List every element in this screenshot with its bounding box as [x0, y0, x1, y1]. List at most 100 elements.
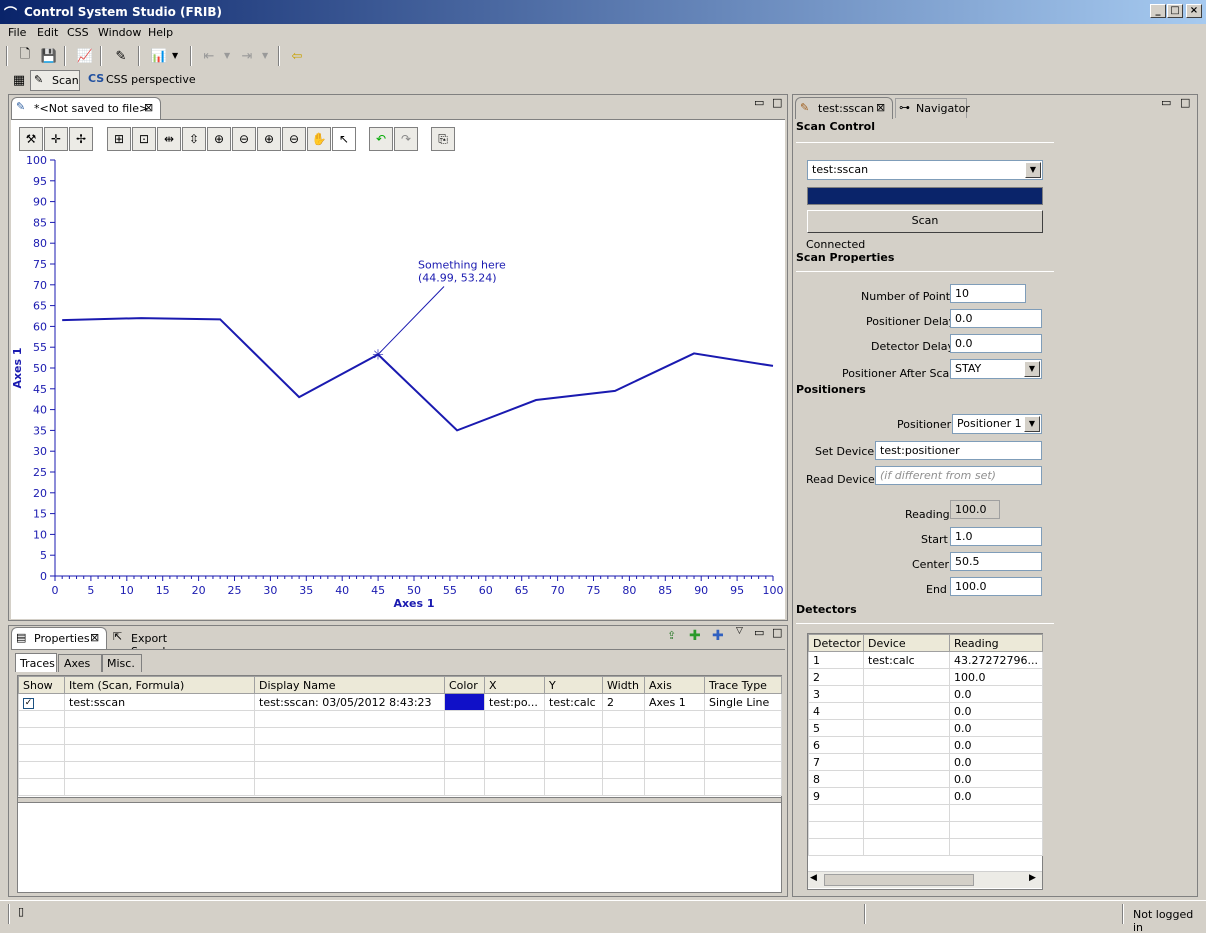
- scan-icon[interactable]: ✎: [110, 45, 132, 67]
- close-button[interactable]: ×: [1186, 4, 1202, 18]
- chart-dropdown-icon[interactable]: 📊: [148, 45, 170, 67]
- trace-width[interactable]: 2: [602, 693, 645, 711]
- maximize-view-icon[interactable]: □: [1180, 96, 1190, 109]
- chevron-down-icon[interactable]: ▼: [1025, 162, 1041, 178]
- positioner-delay-field[interactable]: 0.0: [950, 309, 1042, 328]
- scan-select[interactable]: test:sscan ▼: [807, 160, 1043, 180]
- table-row[interactable]: 3 0.0: [808, 685, 1043, 703]
- trace-item[interactable]: test:sscan: [64, 693, 255, 711]
- menu-file[interactable]: File: [8, 26, 26, 39]
- table-row[interactable]: ✓ test:sscan test:sscan: 03/05/2012 8:43…: [18, 693, 782, 711]
- config-icon[interactable]: ⚒: [19, 127, 43, 151]
- pointer-icon[interactable]: ↖: [332, 127, 356, 151]
- open-perspective-icon[interactable]: ▦: [8, 69, 30, 91]
- positioner-after-scan-select[interactable]: STAY ▼: [950, 359, 1042, 379]
- fast-view-icon[interactable]: ▯: [18, 905, 24, 918]
- add-icon[interactable]: ✚: [689, 628, 701, 644]
- maximize-view-icon[interactable]: □: [772, 96, 782, 109]
- add-trace-icon[interactable]: ⇪: [667, 629, 676, 642]
- minimize-view-icon[interactable]: ▭: [754, 96, 764, 109]
- forward-nav-icon[interactable]: ⇥: [236, 45, 258, 67]
- detector-delay-field[interactable]: 0.0: [950, 334, 1042, 353]
- close-tab-icon[interactable]: ⊠: [876, 101, 885, 114]
- table-row[interactable]: 5 0.0: [808, 719, 1043, 737]
- col-x[interactable]: X: [484, 676, 545, 694]
- tab-test-sscan[interactable]: ✎ test:sscan ⊠: [795, 97, 893, 119]
- zoom-out-icon[interactable]: ⊖: [232, 127, 256, 151]
- save-icon[interactable]: 💾: [38, 45, 60, 67]
- col-y[interactable]: Y: [544, 676, 603, 694]
- minimize-view-icon[interactable]: ▭: [754, 626, 764, 639]
- table-row[interactable]: 2 100.0: [808, 668, 1043, 686]
- menu-window[interactable]: Window: [98, 26, 141, 39]
- col-device[interactable]: Device: [863, 634, 950, 652]
- col-trace-type[interactable]: Trace Type: [704, 676, 782, 694]
- menu-help[interactable]: Help: [148, 26, 173, 39]
- trace-y[interactable]: test:calc: [544, 693, 603, 711]
- tab-export-samples[interactable]: ⇱ Export Samples: [111, 628, 215, 658]
- show-checkbox[interactable]: ✓: [18, 693, 65, 711]
- col-detector[interactable]: Detector: [808, 634, 864, 652]
- table-row[interactable]: 7 0.0: [808, 753, 1043, 771]
- col-reading[interactable]: Reading: [949, 634, 1043, 652]
- redo-icon[interactable]: ↷: [394, 127, 418, 151]
- table-row[interactable]: 1 test:calc 43.27272796...: [808, 651, 1043, 669]
- pan-hand-icon[interactable]: ✋: [307, 127, 331, 151]
- scan-button[interactable]: Scan: [807, 210, 1043, 233]
- trace-display-name[interactable]: test:sscan: 03/05/2012 8:43:23: [254, 693, 445, 711]
- minimize-view-icon[interactable]: ▭: [1161, 96, 1171, 109]
- center-field[interactable]: 50.5: [950, 552, 1042, 571]
- trace-x[interactable]: test:po...: [484, 693, 545, 711]
- maximize-view-icon[interactable]: □: [772, 626, 782, 639]
- new-icon[interactable]: 🗋: [14, 45, 36, 67]
- read-device-field[interactable]: (if different from set): [875, 466, 1042, 485]
- chevron-down-icon[interactable]: ▼: [172, 51, 178, 60]
- num-points-field[interactable]: 10: [950, 284, 1026, 303]
- perspective-css[interactable]: CSS perspective: [106, 73, 196, 86]
- menu-css[interactable]: CSS: [67, 26, 89, 39]
- trace-type[interactable]: Single Line: [704, 693, 782, 711]
- back-nav-icon[interactable]: ⇤: [198, 45, 220, 67]
- start-field[interactable]: 1.0: [950, 527, 1042, 546]
- snapshot-icon[interactable]: ⎘: [431, 127, 455, 151]
- col-axis[interactable]: Axis: [644, 676, 705, 694]
- table-row[interactable]: 9 0.0: [808, 787, 1043, 805]
- horizontal-scrollbar[interactable]: ◀ ▶: [808, 871, 1042, 888]
- plot-icon[interactable]: 📈: [74, 45, 96, 67]
- end-field[interactable]: 100.0: [950, 577, 1042, 596]
- minimize-button[interactable]: _: [1150, 4, 1166, 18]
- subtab-misc[interactable]: Misc.: [102, 654, 142, 672]
- trace-axis[interactable]: Axes 1: [644, 693, 705, 711]
- add-annotation-icon[interactable]: ✛: [44, 127, 68, 151]
- last-edit-icon[interactable]: ⇦: [286, 45, 308, 67]
- perspective-scan[interactable]: ✎ Scan: [30, 70, 80, 91]
- splitter[interactable]: [18, 797, 781, 803]
- table-row[interactable]: 8 0.0: [808, 770, 1043, 788]
- subtab-traces[interactable]: Traces: [15, 653, 57, 672]
- col-width[interactable]: Width: [602, 676, 645, 694]
- chevron-down-icon[interactable]: ▼: [1024, 361, 1040, 377]
- scroll-left-icon[interactable]: ◀: [810, 873, 817, 883]
- tab-properties[interactable]: ▤ Properties ⊠: [11, 627, 107, 649]
- trace-color-swatch[interactable]: [444, 693, 485, 711]
- zoom-out-x-icon[interactable]: ⊖: [282, 127, 306, 151]
- view-menu-icon[interactable]: ▽: [736, 626, 743, 636]
- plot-area[interactable]: 0510152025303540455055606570758085909510…: [11, 156, 785, 618]
- zoom-in-icon[interactable]: ⊕: [207, 127, 231, 151]
- col-item[interactable]: Item (Scan, Formula): [64, 676, 255, 694]
- close-tab-icon[interactable]: ⊠: [144, 101, 153, 114]
- subtab-axes[interactable]: Axes: [58, 654, 102, 672]
- col-color[interactable]: Color: [444, 676, 485, 694]
- menu-edit[interactable]: Edit: [37, 26, 58, 39]
- table-row[interactable]: 6 0.0: [808, 736, 1043, 754]
- rubberband-zoom-icon[interactable]: ⊡: [132, 127, 156, 151]
- scroll-right-icon[interactable]: ▶: [1029, 873, 1036, 883]
- close-tab-icon[interactable]: ⊠: [90, 631, 99, 644]
- autoscale-icon[interactable]: ⊞: [107, 127, 131, 151]
- add-formula-icon[interactable]: ✚: [712, 628, 724, 644]
- editor-tab[interactable]: ✎ *<Not saved to file> ⊠: [11, 97, 161, 119]
- set-device-field[interactable]: test:positioner: [875, 441, 1042, 460]
- horizontal-zoom-icon[interactable]: ⇹: [157, 127, 181, 151]
- scrollbar-thumb[interactable]: [824, 874, 974, 886]
- remove-annotation-icon[interactable]: ✢: [69, 127, 93, 151]
